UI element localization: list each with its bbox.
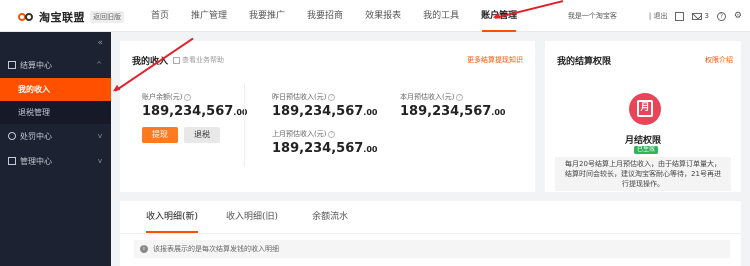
info-icon: i (140, 245, 148, 253)
nav-tools[interactable]: 我的工具 (412, 0, 470, 32)
monthly-permission-badge: 月 (629, 93, 661, 125)
balance-decimal: .00 (233, 108, 248, 117)
lastmonth-decimal: .00 (363, 145, 378, 154)
old-version-link[interactable]: 返回旧版 (90, 11, 124, 23)
settlement-icon (8, 61, 16, 69)
lastmonth-amount: 189,234,567 (272, 141, 364, 156)
settings-icon[interactable]: ⚙ (734, 11, 742, 21)
sidebar-item-my-income[interactable]: 我的收入 (0, 78, 111, 101)
settlement-permission-card: 我的结算权限 权限介绍 月 月结权限 已生效 每月20号结算上月预估收入，由于结… (545, 41, 741, 192)
sidebar-group-penalty[interactable]: 处罚中心 v (0, 125, 111, 147)
doc-icon (173, 56, 180, 64)
user-name[interactable]: 我是一个淘宝客 (568, 11, 617, 21)
balance-value: 189,234,567.00 (142, 104, 247, 119)
yesterday-income-stat: 昨日预估收入(元)? 189,234,567.00 (272, 92, 377, 119)
chevron-down-icon: v (97, 132, 102, 140)
chevron-down-icon: v (97, 157, 102, 165)
square-icon[interactable] (675, 11, 685, 21)
sidebar: « 结算中心 ^ 我的收入 退税管理 处罚中心 v 管理中心 v (0, 32, 111, 266)
question-icon[interactable]: ? (184, 93, 192, 101)
sidebar-group-settlement[interactable]: 结算中心 ^ (0, 54, 111, 76)
tab-income-detail-old[interactable]: 收入明细(旧) (214, 201, 290, 233)
main-nav: 首页 推广管理 我要推广 我要招商 效果报表 我的工具 账户管理 (140, 0, 528, 32)
sidebar-group-label: 管理中心 (20, 156, 52, 166)
logout-link[interactable]: | 退出 (649, 11, 668, 21)
mail-count: 3 (704, 12, 709, 20)
chevron-up-icon: ^ (96, 61, 102, 69)
tab-income-detail-new[interactable]: 收入明细(新) (134, 201, 210, 233)
calendar-icon: 月 (637, 100, 653, 117)
permission-description: 每月20号结算上月预估收入，由于结算订单量大，结算时间会较长，建议淘宝客耐心等待… (555, 157, 731, 191)
logo-text: 淘宝联盟 (39, 11, 85, 24)
mail-icon (692, 12, 703, 20)
question-icon[interactable]: ? (328, 130, 336, 138)
sidebar-group-label: 结算中心 (20, 60, 52, 70)
month-decimal: .00 (491, 108, 506, 117)
balance-stat: 账户余额(元)? 189,234,567.00 (142, 92, 247, 119)
nav-merchant-recruit[interactable]: 我要招商 (296, 0, 354, 32)
nav-home[interactable]: 首页 (140, 0, 180, 32)
logo-icon (18, 11, 36, 23)
status-badge: 已生效 (634, 146, 659, 154)
messages-button[interactable]: 3 (692, 12, 709, 20)
lastmonth-income-stat: 上月预估收入(元)? 189,234,567.00 (272, 129, 377, 156)
logo[interactable]: 淘宝联盟 返回旧版 (18, 9, 124, 25)
help-link-text: 查看业务帮助 (182, 56, 224, 64)
user-area: 我是一个淘宝客 | 退出 3 ? ⚙ (560, 0, 742, 32)
tab-balance-flow[interactable]: 余额流水 (300, 201, 360, 233)
tabs-divider (120, 233, 741, 234)
yesterday-label: 昨日预估收入(元) (272, 93, 327, 101)
more-settlement-link[interactable]: 更多结算提现知识 (467, 55, 523, 65)
collapse-sidebar-icon[interactable]: « (97, 38, 103, 48)
question-icon[interactable]: ? (456, 93, 464, 101)
sidebar-group-management[interactable]: 管理中心 v (0, 150, 111, 172)
detail-tabs: 收入明细(新) 收入明细(旧) 余额流水 (134, 201, 360, 233)
month-amount: 189,234,567 (400, 104, 492, 119)
nav-reports[interactable]: 效果报表 (354, 0, 412, 32)
divider (244, 83, 245, 167)
nav-promote[interactable]: 我要推广 (238, 0, 296, 32)
yesterday-amount: 189,234,567 (272, 104, 364, 119)
tax-refund-button[interactable]: 退税 (184, 127, 220, 143)
penalty-icon (8, 132, 16, 140)
info-notice-text: 该报表展示的是每次结算发钱的收入明细 (153, 245, 279, 253)
info-notice: i 该报表展示的是每次结算发钱的收入明细 (134, 240, 730, 258)
nav-promotion-management[interactable]: 推广管理 (180, 0, 238, 32)
sidebar-item-tax-refund[interactable]: 退税管理 (0, 101, 111, 124)
help-icon[interactable]: ? (716, 11, 726, 21)
top-bar: 淘宝联盟 返回旧版 首页 推广管理 我要推广 我要招商 效果报表 我的工具 账户… (0, 0, 750, 32)
permission-title: 月结权限 (624, 136, 661, 146)
permission-card-title: 我的结算权限 (557, 57, 612, 67)
lastmonth-label: 上月预估收入(元) (272, 130, 327, 138)
business-help-link[interactable]: 查看业务帮助 (173, 55, 224, 65)
sidebar-group-label: 处罚中心 (20, 131, 52, 141)
month-label: 本月预估收入(元) (400, 93, 455, 101)
income-card: 我的收入 查看业务帮助 更多结算提现知识 账户余额(元)? 189,234,56… (120, 41, 535, 192)
withdraw-button[interactable]: 提现 (142, 127, 178, 143)
balance-label: 账户余额(元) (142, 93, 183, 101)
question-icon[interactable]: ? (328, 93, 336, 101)
balance-amount: 189,234,567 (142, 104, 234, 119)
income-detail-card: 收入明细(新) 收入明细(旧) 余额流水 i 该报表展示的是每次结算发钱的收入明… (120, 201, 741, 266)
permission-intro-link[interactable]: 权限介绍 (705, 55, 733, 65)
management-icon (8, 157, 16, 165)
month-income-stat: 本月预估收入(元)? 189,234,567.00 (400, 92, 505, 119)
yesterday-decimal: .00 (363, 108, 378, 117)
